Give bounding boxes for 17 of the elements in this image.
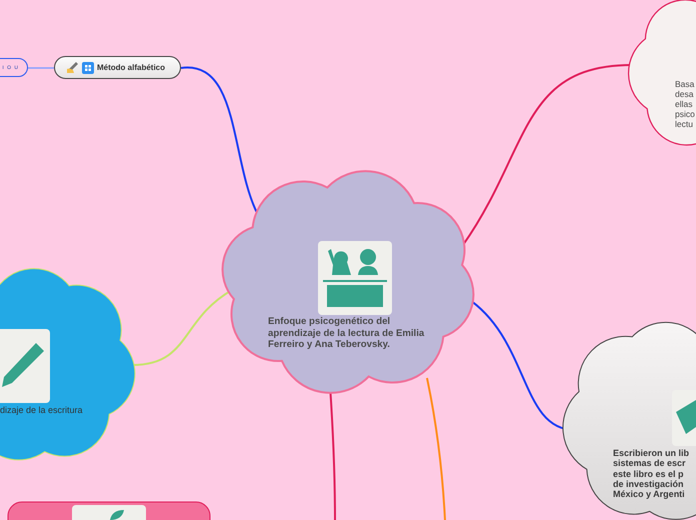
topic-text: México y Argenti — [613, 489, 686, 500]
topic-text: sistemas de escr — [613, 458, 687, 469]
topic-text: Basa — [675, 79, 695, 89]
pencil-icon — [0, 329, 50, 403]
central-topic-text: Enfoque psicogenético del aprendizaje de la lectura de Emilia Ferreiro y Ana Teberovsky. — [268, 316, 426, 350]
topic-text: ellas — [675, 99, 694, 109]
topic-text: dizaje de la escritura — [0, 405, 83, 415]
topic-pill[interactable]: Método alfabético — [54, 56, 181, 79]
grid-icon — [82, 62, 94, 74]
topic-text: Escribieron un lib — [613, 448, 690, 458]
topic-text: de investigación — [613, 478, 685, 490]
topic-text: psico — [675, 109, 695, 119]
topic-text: desa — [675, 89, 694, 99]
connector-line — [28, 67, 54, 69]
classroom-icon — [318, 241, 392, 315]
topic-text: este libro es el p — [613, 468, 685, 479]
topic-text: lectu — [675, 119, 694, 129]
